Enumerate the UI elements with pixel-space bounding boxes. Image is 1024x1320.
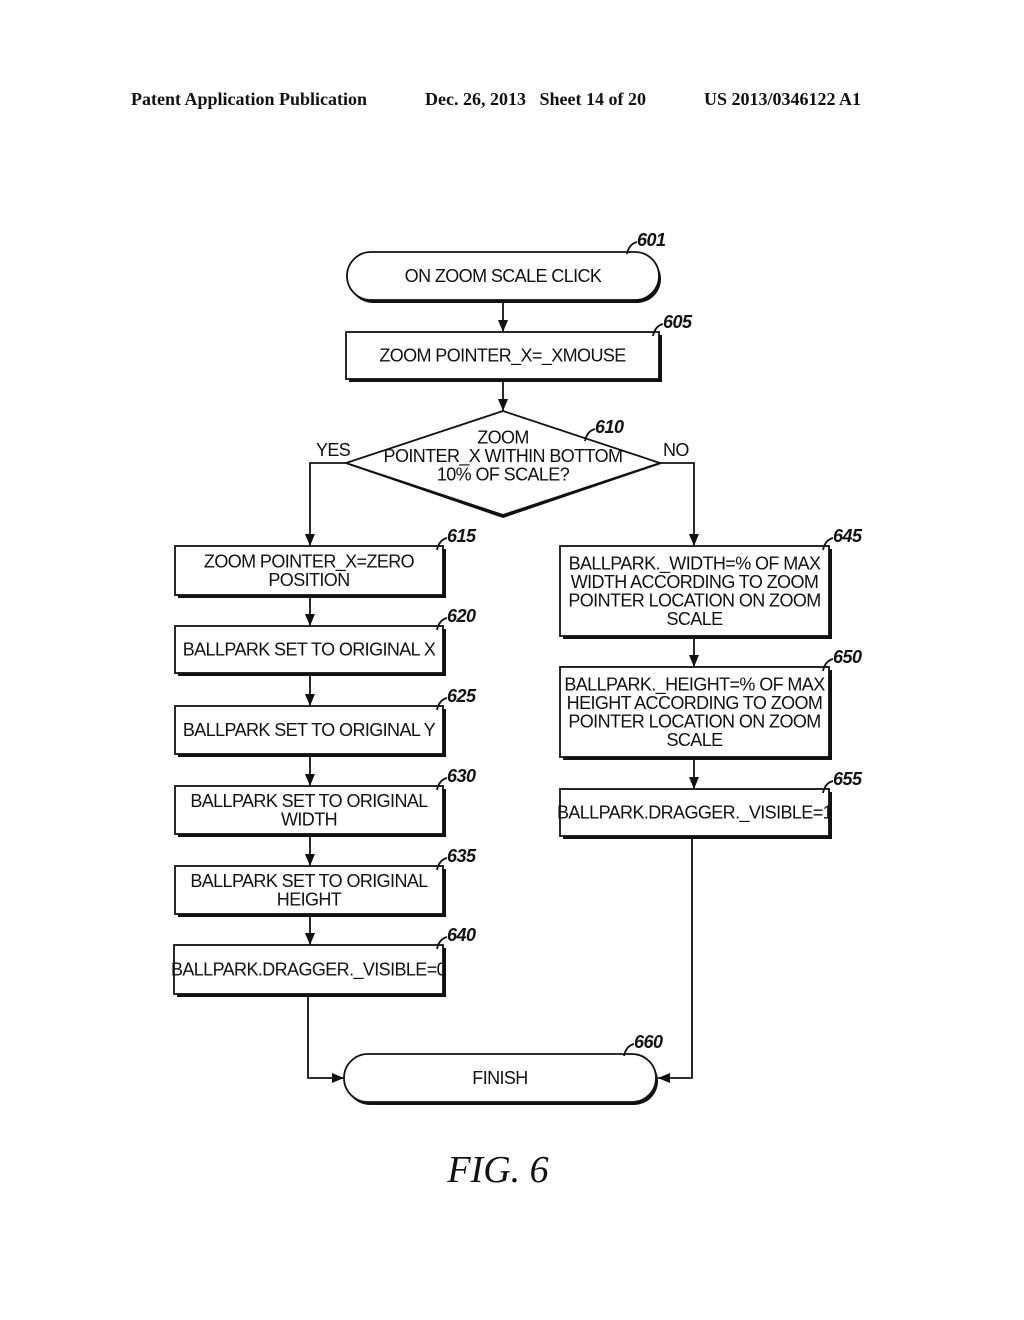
node-635-process: BALLPARK SET TO ORIGINALHEIGHT — [174, 865, 446, 917]
right-to-finish-line — [658, 838, 693, 1079]
left-to-finish-line — [307, 996, 344, 1079]
arrowhead — [305, 854, 315, 866]
arrowhead — [498, 399, 508, 411]
node-645-process: BALLPARK._WIDTH=% OF MAXWIDTH ACCORDING … — [559, 545, 832, 639]
node-label-line: BALLPARK SET TO ORIGINAL — [190, 791, 428, 811]
node-label-line: ZOOM POINTER_X=_XMOUSE — [379, 346, 626, 367]
node-label-line: 10% OF SCALE? — [437, 465, 570, 485]
reference-number: 655 — [833, 769, 863, 789]
node-label-line: BALLPARK SET TO ORIGINAL — [190, 871, 428, 891]
node-640-process: BALLPARK.DRAGGER._VISIBLE=0 — [171, 944, 447, 997]
node-label-line: BALLPARK SET TO ORIGINAL Y — [183, 720, 436, 740]
node-label-line: HEIGHT — [277, 889, 342, 909]
node-label-line: SCALE — [666, 730, 723, 750]
node-label-line: POINTER LOCATION ON ZOOM — [568, 711, 820, 731]
reference-number: 645 — [833, 526, 863, 546]
node-label-line: HEIGHT ACCORDING TO ZOOM — [567, 693, 823, 713]
reference-number: 650 — [833, 647, 862, 667]
reference-numeral-601: 601 — [626, 230, 667, 255]
node-label-line: POSITION — [268, 570, 349, 590]
arrowhead — [305, 933, 315, 945]
node-601-terminal: ON ZOOM SCALE CLICK — [346, 251, 661, 303]
node-label-line: POINTER LOCATION ON ZOOM — [568, 590, 820, 610]
arrowhead — [658, 1073, 670, 1083]
node-620-process: BALLPARK SET TO ORIGINAL X — [174, 625, 446, 676]
node-605-process: ZOOM POINTER_X=_XMOUSE — [345, 331, 662, 382]
reference-numeral-610: 610 — [584, 417, 625, 442]
arrowhead — [332, 1073, 344, 1083]
node-615-process: ZOOM POINTER_X=ZEROPOSITION — [174, 545, 446, 598]
arrowhead — [305, 694, 315, 706]
node-660-terminal: FINISH — [343, 1053, 658, 1105]
no-branch-line — [660, 462, 695, 546]
reference-number: 601 — [637, 230, 666, 250]
node-label-line: WIDTH — [281, 809, 337, 829]
yes-branch-line — [309, 462, 346, 546]
reference-number: 620 — [447, 606, 476, 626]
reference-number: 610 — [595, 417, 624, 437]
node-label-line: ON ZOOM SCALE CLICK — [405, 266, 602, 286]
reference-number: 625 — [447, 686, 477, 706]
no-branch-label: NO — [663, 440, 689, 460]
yes-branch-label: YES — [316, 440, 351, 460]
arrowhead — [305, 774, 315, 786]
node-625-process: BALLPARK SET TO ORIGINAL Y — [174, 705, 446, 757]
reference-number: 635 — [447, 846, 477, 866]
node-label-line: BALLPARK.DRAGGER._VISIBLE=0 — [171, 960, 447, 981]
reference-numeral-660: 660 — [623, 1032, 664, 1057]
reference-number: 605 — [663, 312, 693, 332]
flowchart: ON ZOOM SCALE CLICK 601 ZOOM POINTER_X=_XM… — [171, 230, 864, 1191]
reference-number: 660 — [634, 1032, 663, 1052]
arrowhead — [689, 777, 699, 789]
node-label-line: BALLPARK.DRAGGER._VISIBLE=1 — [557, 803, 833, 824]
reference-number: 640 — [447, 925, 476, 945]
node-label-line: SCALE — [666, 609, 723, 629]
arrowhead — [689, 655, 699, 667]
node-655-process: BALLPARK.DRAGGER._VISIBLE=1 — [557, 788, 833, 839]
reference-number: 615 — [447, 526, 477, 546]
reference-number: 630 — [447, 766, 476, 786]
figure-caption: FIG. 6 — [446, 1149, 548, 1191]
arrowhead — [689, 534, 699, 546]
arrowhead — [305, 614, 315, 626]
arrowhead — [305, 534, 315, 546]
node-650-process: BALLPARK._HEIGHT=% OF MAXHEIGHT ACCORDIN… — [559, 666, 832, 760]
node-630-process: BALLPARK SET TO ORIGINALWIDTH — [174, 785, 446, 837]
node-label-line: WIDTH ACCORDING TO ZOOM — [571, 572, 819, 592]
arrowhead — [498, 320, 508, 332]
node-label-line: BALLPARK SET TO ORIGINAL X — [183, 640, 436, 660]
node-label-line: FINISH — [472, 1068, 527, 1088]
node-label-line: ZOOM — [477, 428, 529, 448]
